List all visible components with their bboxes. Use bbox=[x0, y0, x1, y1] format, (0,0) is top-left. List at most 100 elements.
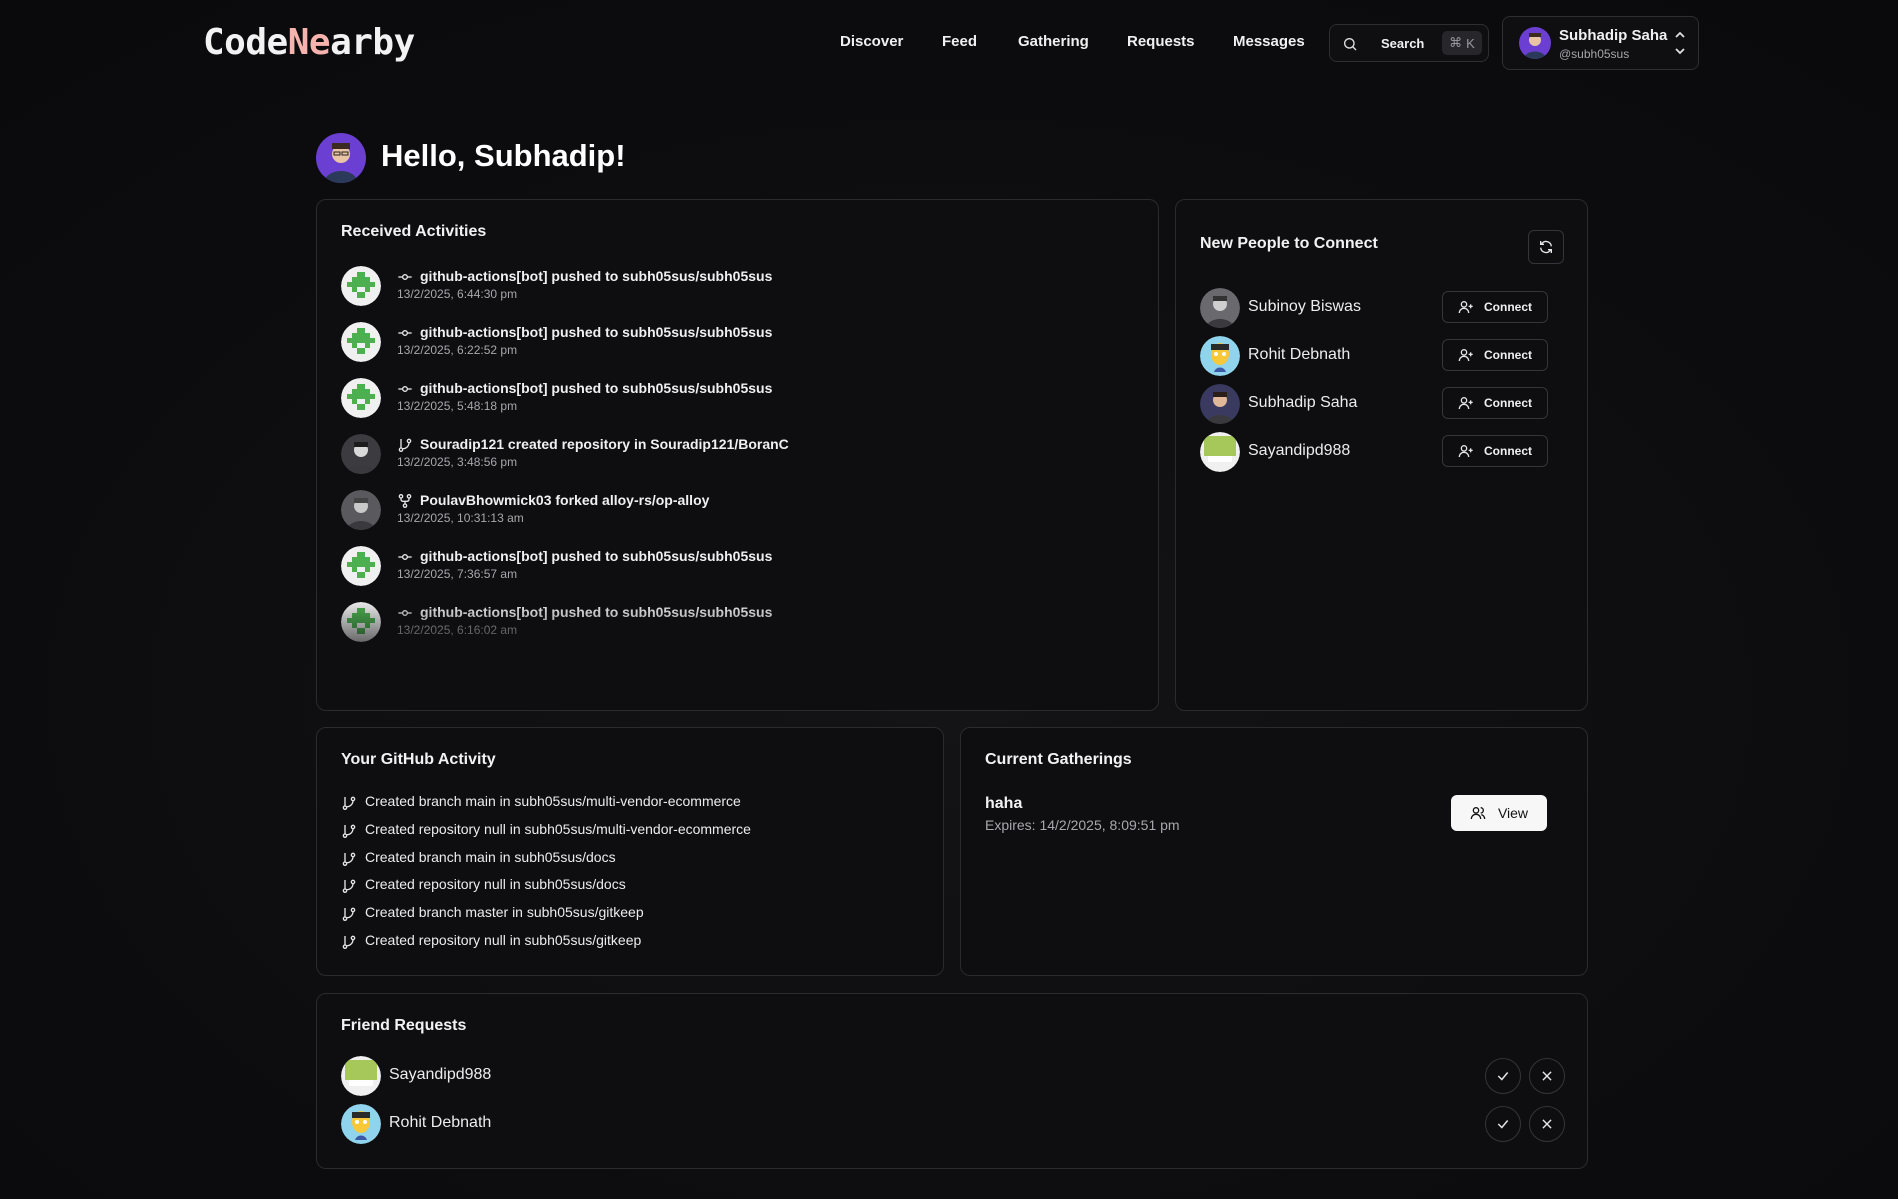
check-icon bbox=[1497, 1072, 1509, 1081]
fork-icon bbox=[397, 493, 413, 509]
user-plus-icon bbox=[1458, 349, 1473, 362]
avatar bbox=[341, 266, 381, 306]
accept-button[interactable] bbox=[1485, 1058, 1521, 1094]
search-button[interactable]: Search ⌘ K bbox=[1329, 24, 1489, 62]
person-name: Subinoy Biswas bbox=[1248, 298, 1361, 315]
card-title: Your GitHub Activity bbox=[341, 751, 496, 768]
friend-request-item: Rohit Debnath bbox=[341, 1104, 1565, 1144]
card-title: New People to Connect bbox=[1200, 235, 1378, 252]
activity-time: 13/2/2025, 6:44:30 pm bbox=[397, 287, 518, 301]
page-title: Hello, Subhadip! bbox=[381, 138, 626, 173]
activity-item[interactable]: github-actions[bot] pushed to subh05sus/… bbox=[341, 320, 1141, 364]
person-name: Sayandipd988 bbox=[1248, 442, 1351, 459]
commit-icon bbox=[397, 381, 413, 397]
friend-name: Rohit Debnath bbox=[389, 1114, 492, 1131]
activity-time: 13/2/2025, 7:36:57 am bbox=[397, 567, 518, 581]
connect-button[interactable]: Connect bbox=[1442, 291, 1548, 323]
nav-messages[interactable]: Messages bbox=[1233, 33, 1305, 50]
users-icon bbox=[1470, 807, 1486, 820]
avatar bbox=[341, 490, 381, 530]
avatar bbox=[341, 1104, 381, 1144]
github-activity-card: Your GitHub Activity Created branch main… bbox=[316, 727, 944, 976]
avatar bbox=[1200, 336, 1240, 376]
avatar bbox=[1200, 288, 1240, 328]
avatar bbox=[1200, 432, 1240, 472]
nav-gathering[interactable]: Gathering bbox=[1018, 33, 1089, 50]
friend-name: Sayandipd988 bbox=[389, 1066, 492, 1083]
current-gatherings-card: Current Gatherings haha Expires: 14/2/20… bbox=[960, 727, 1588, 976]
avatar bbox=[341, 434, 381, 474]
activity-time: 13/2/2025, 6:16:02 am bbox=[397, 623, 518, 637]
commit-icon bbox=[397, 605, 413, 621]
activity-time: 13/2/2025, 5:48:18 pm bbox=[397, 399, 518, 413]
activity-text: github-actions[bot] pushed to subh05sus/… bbox=[420, 268, 773, 284]
activity-time: 13/2/2025, 6:22:52 pm bbox=[397, 343, 518, 357]
avatar bbox=[1519, 27, 1551, 59]
nav-feed[interactable]: Feed bbox=[942, 33, 977, 50]
activity-item[interactable]: github-actions[bot] pushed to subh05sus/… bbox=[341, 544, 1141, 588]
person-item: Subinoy Biswas Connect bbox=[1200, 288, 1550, 328]
nav-discover[interactable]: Discover bbox=[840, 33, 903, 50]
check-icon bbox=[1497, 1120, 1509, 1129]
activity-text: github-actions[bot] pushed to subh05sus/… bbox=[420, 604, 773, 620]
refresh-icon bbox=[1540, 240, 1552, 254]
activity-item[interactable]: github-actions[bot] pushed to subh05sus/… bbox=[341, 376, 1141, 420]
search-label: Search bbox=[1381, 36, 1425, 51]
activity-time: 13/2/2025, 10:31:13 am bbox=[397, 511, 524, 525]
chevron-up-down-icon bbox=[1675, 31, 1685, 55]
user-menu[interactable]: Subhadip Saha @subh05sus bbox=[1502, 16, 1699, 70]
person-item: Rohit Debnath Connect bbox=[1200, 336, 1550, 376]
friend-requests-card: Friend Requests Sayandipd988 Rohit Debna… bbox=[316, 993, 1588, 1169]
avatar bbox=[341, 378, 381, 418]
card-title: Received Activities bbox=[341, 223, 487, 240]
activity-text: Souradip121 created repository in Sourad… bbox=[420, 436, 789, 452]
activity-text: PoulavBhowmick03 forked alloy-rs/op-allo… bbox=[420, 492, 710, 508]
command-icon: ⌘ bbox=[1449, 35, 1463, 50]
user-handle: @subh05sus bbox=[1559, 47, 1630, 61]
user-name: Subhadip Saha bbox=[1559, 27, 1668, 44]
commit-icon bbox=[397, 325, 413, 341]
person-name: Subhadip Saha bbox=[1248, 394, 1358, 411]
avatar bbox=[1200, 384, 1240, 424]
close-icon bbox=[1542, 1119, 1552, 1129]
user-plus-icon bbox=[1458, 397, 1473, 410]
activity-item[interactable]: github-actions[bot] pushed to subh05sus/… bbox=[341, 600, 1141, 644]
activity-text: github-actions[bot] pushed to subh05sus/… bbox=[420, 324, 773, 340]
person-name: Rohit Debnath bbox=[1248, 346, 1351, 363]
connect-button[interactable]: Connect bbox=[1442, 387, 1548, 419]
commit-icon bbox=[397, 549, 413, 565]
avatar bbox=[341, 322, 381, 362]
activity-item[interactable]: github-actions[bot] pushed to subh05sus/… bbox=[341, 264, 1141, 308]
commit-icon bbox=[397, 269, 413, 285]
nav-requests[interactable]: Requests bbox=[1127, 33, 1195, 50]
connect-button[interactable]: Connect bbox=[1442, 339, 1548, 371]
close-icon bbox=[1542, 1071, 1552, 1081]
received-activities-card: Received Activities github-actions[bot] … bbox=[316, 199, 1159, 711]
refresh-button[interactable] bbox=[1528, 230, 1564, 264]
friend-request-item: Sayandipd988 bbox=[341, 1056, 1565, 1096]
card-title: Current Gatherings bbox=[985, 751, 1132, 768]
reject-button[interactable] bbox=[1529, 1058, 1565, 1094]
card-title: Friend Requests bbox=[341, 1017, 467, 1034]
activity-item[interactable]: Souradip121 created repository in Sourad… bbox=[341, 432, 1141, 476]
search-icon bbox=[1344, 38, 1357, 51]
person-item: Sayandipd988 Connect bbox=[1200, 432, 1550, 472]
connect-button[interactable]: Connect bbox=[1442, 435, 1548, 467]
new-people-card: New People to Connect Subinoy Biswas Con… bbox=[1175, 199, 1588, 711]
activity-time: 13/2/2025, 3:48:56 pm bbox=[397, 455, 518, 469]
reject-button[interactable] bbox=[1529, 1106, 1565, 1142]
user-plus-icon bbox=[1458, 445, 1473, 458]
activity-item[interactable]: PoulavBhowmick03 forked alloy-rs/op-allo… bbox=[341, 488, 1141, 532]
avatar bbox=[341, 602, 381, 642]
avatar bbox=[341, 1056, 381, 1096]
logo[interactable]: CodeNearby bbox=[203, 22, 415, 63]
user-plus-icon bbox=[1458, 301, 1473, 314]
person-item: Subhadip Saha Connect bbox=[1200, 384, 1550, 424]
accept-button[interactable] bbox=[1485, 1106, 1521, 1142]
activity-text: github-actions[bot] pushed to subh05sus/… bbox=[420, 380, 773, 396]
avatar bbox=[341, 546, 381, 586]
greeting-avatar bbox=[316, 133, 366, 183]
branch-icon bbox=[397, 437, 413, 453]
search-shortcut: ⌘ K bbox=[1442, 31, 1482, 55]
view-gathering-button[interactable]: View bbox=[1451, 795, 1547, 831]
